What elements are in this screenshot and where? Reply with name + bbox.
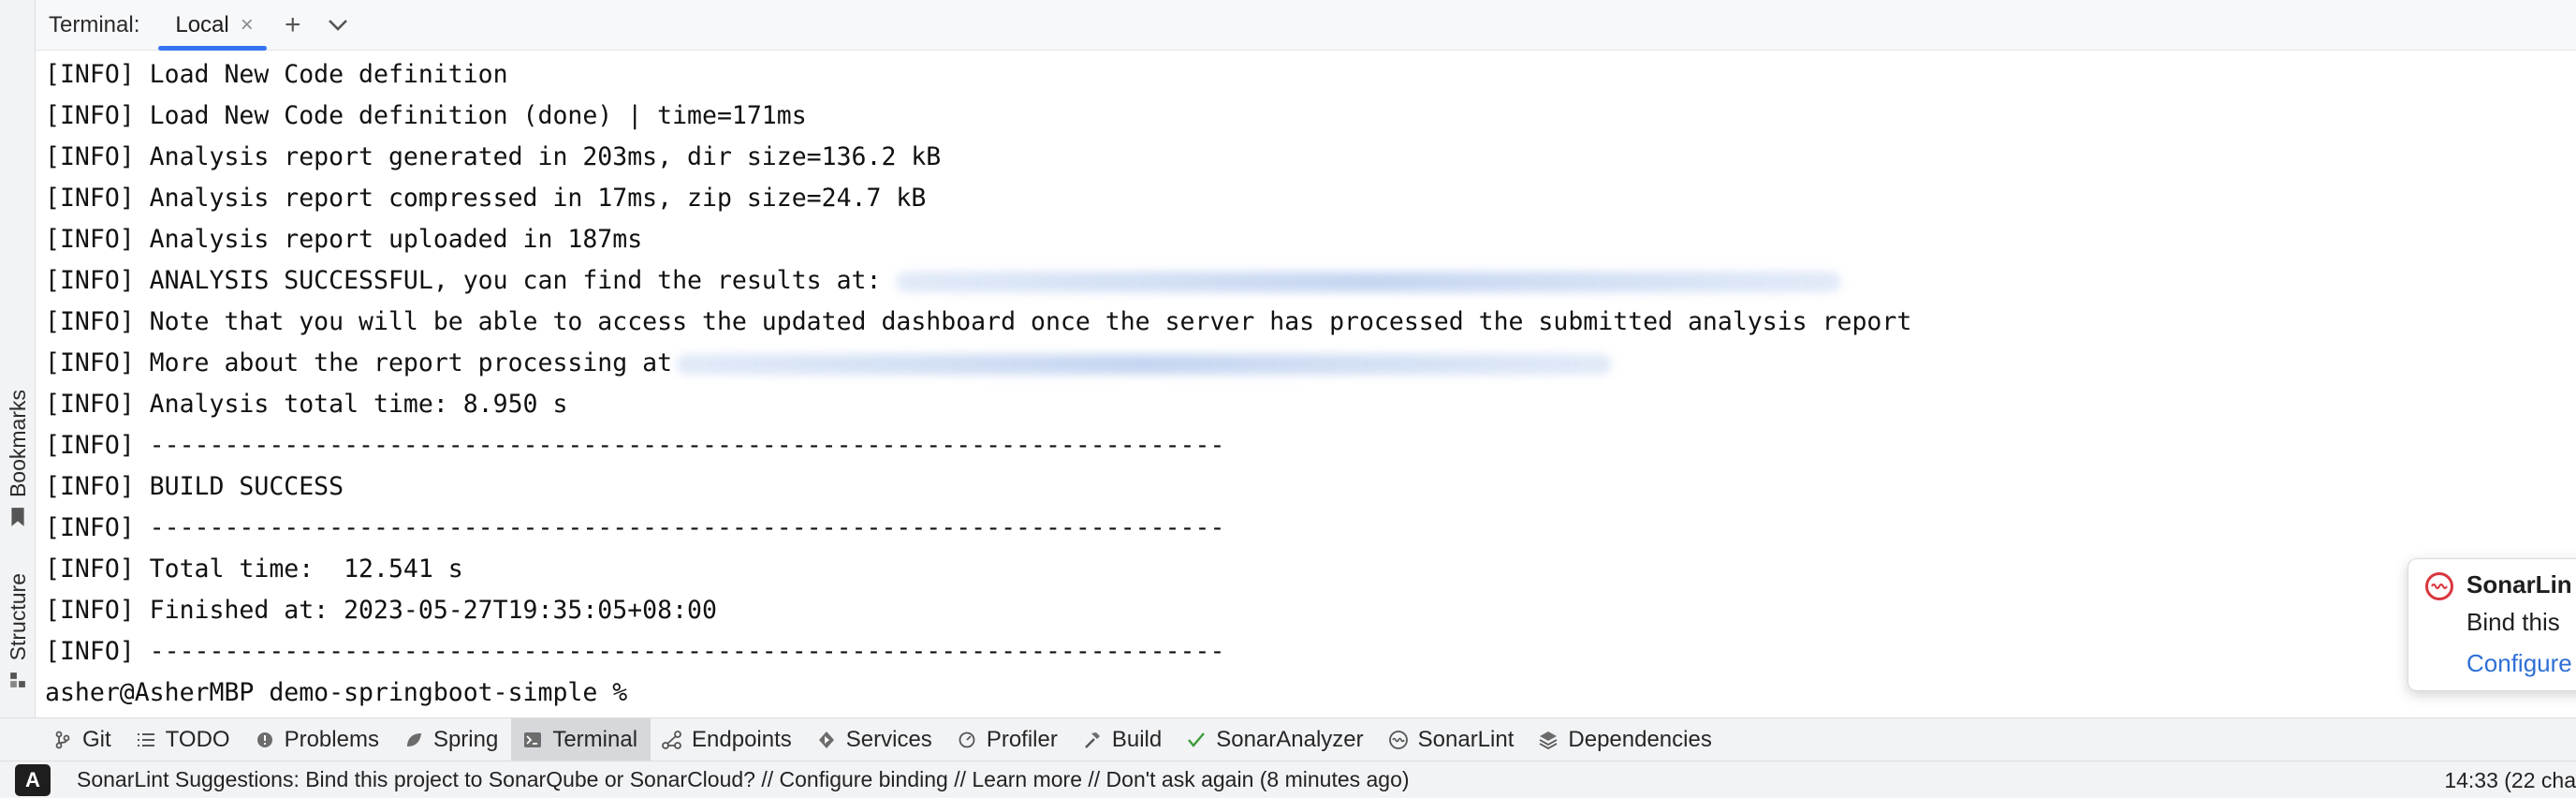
tool-build[interactable]: Build	[1071, 718, 1175, 761]
tool-profiler-label: Profiler	[986, 726, 1058, 752]
structure-label: Structure	[5, 573, 30, 661]
configure-binding-link[interactable]: Configure	[2466, 649, 2572, 678]
hammer-icon	[1082, 730, 1103, 750]
git-branch-icon	[52, 730, 73, 750]
tab-local[interactable]: Local ×	[154, 0, 270, 51]
cursor-position[interactable]: 14:33 (22 cha	[2444, 761, 2576, 798]
bookmarks-label: Bookmarks	[5, 390, 30, 498]
redacted-url[interactable]	[676, 353, 1613, 375]
tool-terminal[interactable]: Terminal	[511, 717, 651, 761]
tool-window-bar: Git TODO Problems Spring Terminal Endpoi…	[0, 717, 2576, 761]
tool-problems-label: Problems	[284, 726, 379, 752]
tab-local-label: Local	[175, 11, 229, 37]
sonarlint-notification: SonarLin Bind this Configure	[2408, 558, 2576, 691]
tool-todo-label: TODO	[165, 726, 230, 752]
status-bar: A SonarLint Suggestions: Bind this proje…	[0, 761, 2576, 798]
terminal-line-results: [INFO] ANALYSIS SUCCESSFUL, you can find…	[45, 260, 1911, 302]
tool-git[interactable]: Git	[41, 718, 124, 761]
tool-sonaranalyzer-label: SonarAnalyzer	[1216, 726, 1364, 752]
tool-spring[interactable]: Spring	[392, 718, 511, 761]
terminal-line: [INFO] BUILD SUCCESS	[45, 472, 344, 501]
endpoints-icon	[662, 730, 682, 750]
terminal-line: [INFO] ---------------------------------…	[45, 637, 1225, 666]
bookmarks-tab[interactable]: Bookmarks	[3, 390, 33, 527]
terminal-line: [INFO] Analysis report uploaded in 187ms	[45, 225, 643, 254]
tool-terminal-label: Terminal	[552, 726, 638, 752]
tool-spring-label: Spring	[432, 726, 499, 752]
spring-leaf-icon	[403, 730, 424, 750]
terminal-line: [INFO] ---------------------------------…	[45, 513, 1225, 542]
profiler-icon	[957, 730, 977, 750]
status-message[interactable]: SonarLint Suggestions: Bind this project…	[77, 767, 1410, 792]
terminal-line: [INFO] ---------------------------------…	[45, 431, 1225, 460]
tool-services[interactable]: Services	[805, 718, 945, 761]
tool-dependencies-label: Dependencies	[1568, 726, 1712, 752]
tool-build-label: Build	[1111, 726, 1163, 752]
tool-sonarlint[interactable]: SonarLint	[1377, 718, 1528, 761]
tool-endpoints[interactable]: Endpoints	[651, 718, 805, 761]
plus-icon: +	[284, 8, 301, 40]
tool-profiler[interactable]: Profiler	[945, 718, 1071, 761]
terminal-line: [INFO] Analysis report generated in 203m…	[45, 142, 942, 171]
terminal-prompt[interactable]: asher@AsherMBP demo-springboot-simple %	[45, 672, 1911, 714]
terminal-line: [INFO] Analysis report compressed in 17m…	[45, 184, 927, 213]
tool-todo[interactable]: TODO	[124, 718, 243, 761]
services-icon	[816, 730, 837, 750]
terminal-line-processing: [INFO] More about the report processing …	[45, 343, 1911, 384]
chevron-down-icon	[328, 19, 347, 31]
active-tab-indicator	[158, 45, 267, 51]
terminal-line: [INFO] Load New Code definition	[45, 60, 508, 89]
checkmark-icon	[1186, 730, 1207, 750]
notification-text: Bind this	[2466, 608, 2560, 636]
sonarlint-error-icon	[2425, 572, 2453, 600]
ai-assistant-icon[interactable]: A	[15, 763, 51, 796]
tool-endpoints-label: Endpoints	[692, 726, 792, 752]
list-icon	[136, 730, 156, 750]
notification-title: SonarLin	[2466, 570, 2572, 598]
terminal-header: Terminal: Local × +	[36, 0, 2576, 51]
layers-icon	[1538, 730, 1559, 750]
tool-sonarlint-label: SonarLint	[1417, 726, 1515, 752]
terminal-line: [INFO] Total time: 12.541 s	[45, 554, 463, 584]
terminal-line: [INFO] Note that you will be able to acc…	[45, 307, 1912, 336]
left-tool-strip: Bookmarks Structure	[0, 0, 36, 717]
bookmark-icon	[11, 508, 24, 526]
close-tab-icon[interactable]: ×	[241, 12, 254, 38]
tool-sonaranalyzer[interactable]: SonarAnalyzer	[1175, 718, 1376, 761]
tool-dependencies[interactable]: Dependencies	[1527, 718, 1724, 761]
terminal-line: [INFO] Analysis total time: 8.950 s	[45, 390, 568, 419]
tool-services-label: Services	[845, 726, 932, 752]
terminal-icon	[522, 730, 543, 750]
terminal-output[interactable]: [INFO] Load New Code definition [INFO] L…	[36, 52, 2576, 717]
redacted-url[interactable]	[896, 271, 1842, 292]
tab-options-button[interactable]	[315, 0, 360, 51]
terminal-line: [INFO] Load New Code definition (done) |…	[45, 101, 807, 130]
terminal-line: [INFO] Finished at: 2023-05-27T19:35:05+…	[45, 596, 717, 625]
terminal-line-text: [INFO] More about the report processing …	[45, 348, 673, 377]
tool-problems[interactable]: Problems	[243, 718, 392, 761]
structure-tab[interactable]: Structure	[3, 573, 33, 690]
structure-icon	[10, 672, 25, 688]
terminal-title: Terminal:	[49, 11, 140, 37]
new-tab-button[interactable]: +	[271, 0, 315, 51]
sonarlint-icon	[1388, 730, 1409, 750]
problems-icon	[255, 730, 275, 750]
terminal-line-text: [INFO] ANALYSIS SUCCESSFUL, you can find…	[45, 266, 897, 295]
tool-git-label: Git	[82, 726, 111, 752]
